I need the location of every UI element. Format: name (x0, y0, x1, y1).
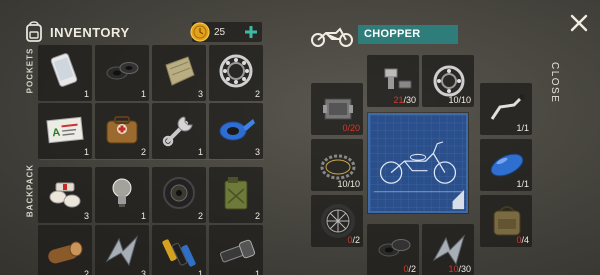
backpack-slot-tire[interactable]: 2 (152, 167, 206, 223)
add-coins-icon[interactable] (244, 25, 258, 39)
motorcycle-icon (311, 27, 353, 47)
part-slot-bearing[interactable]: 10/10 (422, 55, 474, 107)
pocket-slot-wrench[interactable]: 1 (152, 103, 206, 159)
pocket-slot-cloth[interactable]: 3 (152, 45, 206, 101)
part-count-wheel: 0/2 (347, 235, 360, 245)
part-slot-engine[interactable]: 0/20 (311, 83, 363, 135)
chopper-blueprint (368, 113, 468, 213)
backpack-slot-jerrycan[interactable]: 2 (209, 167, 263, 223)
part-slot-chain[interactable]: 10/10 (311, 139, 363, 191)
part-slot-bolt[interactable]: 21/30 (367, 55, 419, 107)
backpack-slot-bandages[interactable]: 3 (38, 167, 92, 223)
pocket-slot-first-aid[interactable]: 2 (95, 103, 149, 159)
chopper-blueprint-drawing (370, 115, 466, 211)
close-label[interactable]: CLOSE (549, 62, 560, 103)
tape-roll-icon (106, 62, 139, 80)
part-count-leather-bag: 0/4 (516, 235, 529, 245)
batteries-icon (162, 239, 196, 267)
wrench-icon (162, 116, 193, 147)
coin-counter: 25 (190, 22, 262, 42)
pockets-label: POCKETS (25, 47, 35, 94)
vehicle-name: CHOPPER (358, 25, 458, 44)
pocket-slot-id-card[interactable]: A 1 (38, 103, 92, 159)
pocket-slot-phone[interactable]: 1 (38, 45, 92, 101)
inventory-title: INVENTORY (50, 24, 130, 40)
backpack-icon (26, 21, 42, 42)
coin-icon (190, 22, 210, 42)
part-count-bearing: 10/10 (448, 95, 471, 105)
backpack-label: BACKPACK (25, 163, 35, 218)
scrap-metal-icon (105, 235, 139, 267)
cloth-icon (165, 56, 195, 86)
jerrycan-icon (224, 177, 248, 210)
svg-text:A: A (52, 127, 61, 140)
id-card-icon: A (46, 116, 84, 144)
part-count-handlebar: 1/1 (516, 123, 529, 133)
bandages-icon (49, 182, 81, 208)
part-count-scrap: 10/30 (448, 264, 471, 274)
part-slot-leather-bag[interactable]: 0/4 (480, 195, 532, 247)
part-count-chain: 10/10 (337, 179, 360, 189)
log-icon (48, 241, 83, 264)
close-icon[interactable] (570, 14, 588, 32)
flashlight-icon (220, 239, 256, 263)
part-count-engine: 0/20 (342, 123, 360, 133)
part-slot-wheel[interactable]: 0/2 (311, 195, 363, 247)
inventory-screen: INVENTORY 25 POCKETS BACKPACK 1 1 3 2 A … (0, 0, 600, 275)
backpack-slot-log[interactable]: 2 (38, 225, 92, 275)
backpack-slot-bulb[interactable]: 1 (95, 167, 149, 223)
part-slot-tape[interactable]: 0/2 (367, 224, 419, 275)
pocket-slot-blue-tape[interactable]: 3 (209, 103, 263, 159)
bearing-icon (219, 54, 253, 88)
blue-tape-icon (219, 119, 255, 141)
part-slot-handlebar[interactable]: 1/1 (480, 83, 532, 135)
part-count-fuel-tank: 1/1 (516, 179, 529, 189)
phone-icon (50, 53, 78, 87)
inventory-header: INVENTORY (24, 20, 130, 44)
part-slot-fuel-tank[interactable]: 1/1 (480, 139, 532, 191)
pocket-slot-tape-roll[interactable]: 1 (95, 45, 149, 101)
backpack-slot-batteries[interactable]: 1 (152, 225, 206, 275)
backpack-slot-scrap[interactable]: 3 (95, 225, 149, 275)
tire-icon (163, 177, 195, 209)
backpack-slot-flashlight[interactable]: 1 (209, 225, 263, 275)
part-count-bolt: 21/30 (393, 95, 416, 105)
pocket-slot-bearing[interactable]: 2 (209, 45, 263, 101)
coin-count: 25 (214, 26, 226, 38)
part-slot-scrap[interactable]: 10/30 (422, 224, 474, 275)
light-bulb-icon (112, 178, 132, 207)
first-aid-kit-icon (106, 116, 138, 144)
section-divider (40, 159, 264, 160)
part-count-tape: 0/2 (403, 264, 416, 274)
